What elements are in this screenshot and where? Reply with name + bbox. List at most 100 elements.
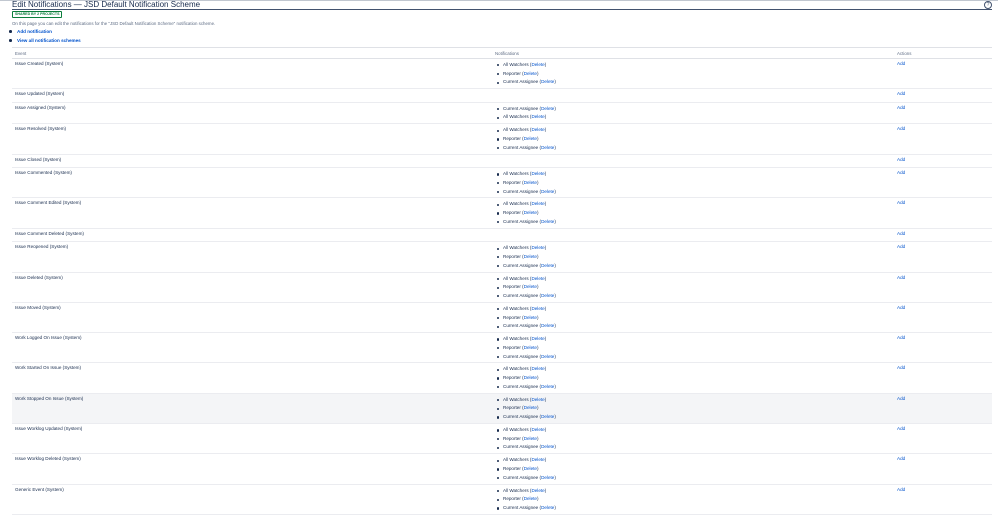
add-notification-button[interactable]: Add	[897, 365, 905, 370]
add-notification-button[interactable]: Add	[897, 456, 905, 461]
delete-notification-link[interactable]: Delete	[541, 384, 554, 389]
notification-item: Reporter (Delete)	[497, 374, 894, 383]
add-notification-button[interactable]: Add	[897, 244, 905, 249]
table-row: Work Started On Issue (System) All Watche…	[12, 362, 992, 394]
add-notification-button[interactable]: Add	[897, 170, 905, 175]
delete-notification-link[interactable]: Delete	[541, 414, 554, 419]
delete-notification-link[interactable]: Delete	[524, 345, 537, 350]
delete-notification-link[interactable]: Delete	[524, 315, 537, 320]
notification-list: All Watchers (Delete) Reporter (Delete) Cu…	[495, 200, 894, 226]
delete-notification-link[interactable]: Delete	[531, 457, 544, 462]
recipient-label: Reporter	[503, 179, 521, 185]
delete-notification-link[interactable]: Delete	[531, 245, 544, 250]
delete-notification-link[interactable]: Delete	[531, 127, 544, 132]
event-notifications	[492, 228, 894, 243]
add-notification-button[interactable]: Add	[897, 396, 905, 401]
quick-links: Add notification View all notification s…	[9, 27, 81, 45]
event-notifications: All Watchers (Delete) Reporter (Delete) Cu…	[492, 272, 894, 303]
delete-notification-link[interactable]: Delete	[531, 201, 544, 206]
delete-notification-link[interactable]: Delete	[541, 354, 554, 359]
table-row: Issue Moved (System) All Watchers (Delete…	[12, 302, 992, 334]
delete-notification-link[interactable]: Delete	[541, 475, 554, 480]
add-notification-button[interactable]: Add	[897, 335, 905, 340]
delete-notification-link[interactable]: Delete	[531, 306, 544, 311]
delete-notification-link[interactable]: Delete	[524, 436, 537, 441]
add-notification-link[interactable]: Add notification	[17, 29, 52, 34]
shared-projects-badge[interactable]: SHARED BY 2 PROJECTS	[12, 11, 63, 18]
delete-notification-link[interactable]: Delete	[541, 145, 554, 150]
notification-item: All Watchers (Delete)	[497, 487, 894, 496]
event-notifications: All Watchers (Delete) Reporter (Delete) Cu…	[492, 58, 894, 90]
recipient-label: All Watchers	[503, 127, 529, 133]
event-name: Issue Comment Deleted (System)	[12, 228, 492, 243]
delete-notification-link[interactable]: Delete	[524, 180, 537, 185]
recipient-label: Current Assignee	[503, 292, 539, 298]
event-notifications: All Watchers (Delete) Reporter (Delete) Cu…	[492, 302, 894, 334]
notification-item: Reporter (Delete)	[497, 283, 894, 292]
delete-notification-link[interactable]: Delete	[541, 189, 554, 194]
delete-notification-link[interactable]: Delete	[541, 444, 554, 449]
delete-notification-link[interactable]: Delete	[541, 79, 554, 84]
add-notification-button[interactable]: Add	[897, 157, 905, 162]
delete-notification-link[interactable]: Delete	[531, 171, 544, 176]
notification-list: All Watchers (Delete) Reporter (Delete) Cu…	[495, 365, 894, 391]
notification-item: Reporter (Delete)	[497, 465, 894, 474]
notification-item: Current Assignee (Delete)	[497, 292, 894, 301]
delete-notification-link[interactable]: Delete	[524, 375, 537, 380]
add-notification-button[interactable]: Add	[897, 91, 905, 96]
add-notification-button[interactable]: Add	[897, 305, 905, 310]
recipient-label: Current Assignee	[503, 262, 539, 268]
delete-notification-link[interactable]: Delete	[541, 505, 554, 510]
notification-item: All Watchers (Delete)	[497, 396, 894, 405]
event-name: Generic Event (System)	[12, 484, 492, 515]
delete-notification-link[interactable]: Delete	[531, 427, 544, 432]
notification-list: All Watchers (Delete) Reporter (Delete) Cu…	[495, 426, 894, 452]
event-actions: Add	[894, 228, 992, 243]
delete-notification-link[interactable]: Delete	[531, 336, 544, 341]
delete-notification-link[interactable]: Delete	[524, 405, 537, 410]
add-notification-button[interactable]: Add	[897, 126, 905, 131]
view-all-schemes-link[interactable]: View all notification schemes	[17, 38, 81, 43]
add-notification-button[interactable]: Add	[897, 275, 905, 280]
delete-notification-link[interactable]: Delete	[524, 496, 537, 501]
add-notification-button[interactable]: Add	[897, 487, 905, 492]
event-actions: Add	[894, 362, 992, 394]
recipient-label: All Watchers	[503, 114, 529, 120]
notification-item: Current Assignee (Delete)	[497, 322, 894, 331]
delete-notification-link[interactable]: Delete	[541, 293, 554, 298]
delete-notification-link[interactable]: Delete	[531, 276, 544, 281]
question-icon[interactable]: ?	[984, 1, 992, 9]
add-notification-button[interactable]: Add	[897, 61, 905, 66]
delete-notification-link[interactable]: Delete	[524, 284, 537, 289]
recipient-label: Reporter	[503, 314, 521, 320]
notification-item: Current Assignee (Delete)	[497, 105, 894, 114]
event-notifications	[492, 88, 894, 103]
delete-notification-link[interactable]: Delete	[524, 466, 537, 471]
delete-notification-link[interactable]: Delete	[531, 488, 544, 493]
add-notification-button[interactable]: Add	[897, 105, 905, 110]
notification-item: All Watchers (Delete)	[497, 365, 894, 374]
delete-notification-link[interactable]: Delete	[531, 366, 544, 371]
delete-notification-link[interactable]: Delete	[524, 71, 537, 76]
delete-notification-link[interactable]: Delete	[531, 114, 544, 119]
add-notification-button[interactable]: Add	[897, 426, 905, 431]
add-notification-button[interactable]: Add	[897, 200, 905, 205]
notification-item: All Watchers (Delete)	[497, 126, 894, 135]
delete-notification-link[interactable]: Delete	[541, 263, 554, 268]
notification-list: All Watchers (Delete) Reporter (Delete) Cu…	[495, 305, 894, 331]
notification-list: All Watchers (Delete) Reporter (Delete) Cu…	[495, 335, 894, 361]
delete-notification-link[interactable]: Delete	[541, 106, 554, 111]
delete-notification-link[interactable]: Delete	[541, 219, 554, 224]
notification-item: All Watchers (Delete)	[497, 61, 894, 70]
event-name: Issue Commented (System)	[12, 167, 492, 199]
add-notification-button[interactable]: Add	[897, 231, 905, 236]
delete-notification-link[interactable]: Delete	[524, 210, 537, 215]
event-column-header: Event	[12, 47, 492, 59]
event-actions: Add	[894, 241, 992, 273]
delete-notification-link[interactable]: Delete	[541, 323, 554, 328]
delete-notification-link[interactable]: Delete	[524, 136, 537, 141]
delete-notification-link[interactable]: Delete	[531, 397, 544, 402]
table-row: Issue Deleted (System) All Watchers (Dele…	[12, 272, 992, 303]
delete-notification-link[interactable]: Delete	[524, 254, 537, 259]
delete-notification-link[interactable]: Delete	[531, 62, 544, 67]
